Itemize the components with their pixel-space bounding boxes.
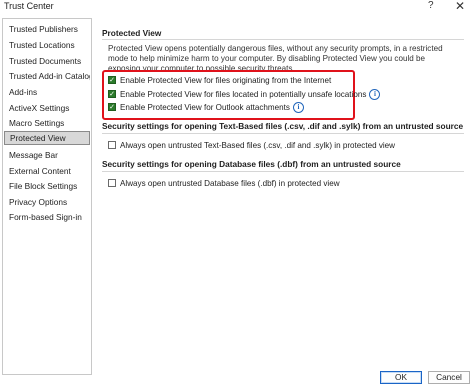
sidebar-item-activex-settings[interactable]: ActiveX Settings bbox=[4, 101, 90, 115]
sidebar-item-protected-view[interactable]: Protected View bbox=[4, 131, 90, 145]
checkbox-unsafe-locations[interactable]: ✓ bbox=[108, 90, 116, 98]
section-divider bbox=[102, 39, 464, 40]
checkbox-database-files[interactable] bbox=[108, 179, 116, 187]
info-icon[interactable]: i bbox=[292, 101, 304, 113]
sidebar-item-trusted-publishers[interactable]: Trusted Publishers bbox=[4, 22, 90, 36]
title-bar: Trust Center ? ✕ bbox=[0, 0, 474, 14]
sidebar-item-trusted-add-in-catalogs[interactable]: Trusted Add-in Catalogs bbox=[4, 69, 90, 83]
text-files-heading: Security settings for opening Text-Based… bbox=[102, 121, 464, 131]
option-text-files-label: Always open untrusted Text-Based files (… bbox=[120, 140, 396, 150]
sidebar-nav: Trusted Publishers Trusted Locations Tru… bbox=[2, 18, 92, 375]
window-title: Trust Center bbox=[4, 1, 54, 11]
option-internet-files-label: Enable Protected View for files originat… bbox=[120, 75, 332, 85]
option-unsafe-locations[interactable]: ✓ Enable Protected View for files locate… bbox=[108, 88, 381, 100]
sidebar-item-file-block-settings[interactable]: File Block Settings bbox=[4, 179, 90, 193]
database-files-heading: Security settings for opening Database f… bbox=[102, 159, 401, 169]
sidebar-item-add-ins[interactable]: Add-ins bbox=[4, 85, 90, 99]
checkbox-text-files[interactable] bbox=[108, 141, 116, 149]
info-icon[interactable]: i bbox=[369, 88, 381, 100]
sidebar-item-trusted-locations[interactable]: Trusted Locations bbox=[4, 38, 90, 52]
option-outlook-attachments[interactable]: ✓ Enable Protected View for Outlook atta… bbox=[108, 101, 304, 113]
help-button[interactable]: ? bbox=[428, 0, 434, 11]
sidebar-item-privacy-options[interactable]: Privacy Options bbox=[4, 195, 90, 209]
sidebar-item-external-content[interactable]: External Content bbox=[4, 164, 90, 178]
protected-view-description: Protected View opens potentially dangero… bbox=[108, 44, 443, 72]
ok-button[interactable]: OK bbox=[380, 371, 422, 384]
sidebar-item-form-based-sign-in[interactable]: Form-based Sign-in bbox=[4, 210, 90, 224]
option-internet-files[interactable]: ✓ Enable Protected View for files origin… bbox=[108, 74, 331, 86]
option-unsafe-locations-label: Enable Protected View for files located … bbox=[120, 89, 367, 99]
cancel-button[interactable]: Cancel bbox=[428, 371, 470, 384]
option-database-files-label: Always open untrusted Database files (.d… bbox=[120, 178, 340, 188]
checkbox-internet-files[interactable]: ✓ bbox=[108, 76, 116, 84]
checkbox-outlook-attachments[interactable]: ✓ bbox=[108, 103, 116, 111]
protected-view-heading: Protected View bbox=[102, 28, 162, 38]
close-button[interactable]: ✕ bbox=[455, 0, 465, 13]
option-database-files[interactable]: Always open untrusted Database files (.d… bbox=[108, 177, 340, 189]
section-divider bbox=[102, 133, 464, 134]
option-outlook-attachments-label: Enable Protected View for Outlook attach… bbox=[120, 102, 290, 112]
sidebar-item-macro-settings[interactable]: Macro Settings bbox=[4, 116, 90, 130]
section-divider bbox=[102, 171, 464, 172]
sidebar-item-message-bar[interactable]: Message Bar bbox=[4, 148, 90, 162]
sidebar-item-trusted-documents[interactable]: Trusted Documents bbox=[4, 54, 90, 68]
option-text-files[interactable]: Always open untrusted Text-Based files (… bbox=[108, 139, 395, 151]
